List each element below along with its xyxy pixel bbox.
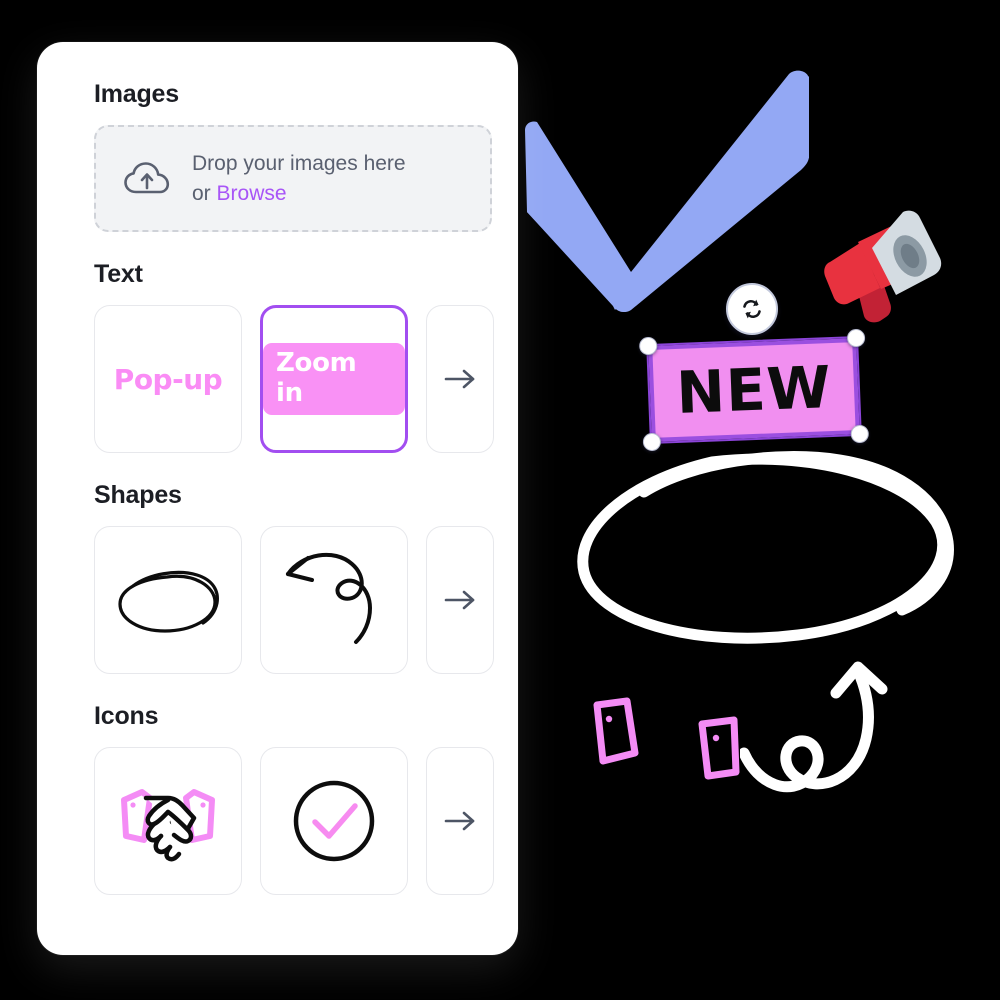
shapes-card-row xyxy=(94,526,518,674)
blue-checkmark-shape xyxy=(525,70,809,312)
curved-loop-arrow-annotation xyxy=(740,661,888,793)
circle-check-icon xyxy=(293,780,375,862)
shape-card-ellipse[interactable] xyxy=(94,526,242,674)
dropzone-line2: or Browse xyxy=(192,179,406,209)
text-card-label: Zoom in xyxy=(263,343,405,415)
tool-panel: Images Drop your images here or Browse T… xyxy=(37,42,518,955)
section-title-images: Images xyxy=(94,80,179,108)
shapes-more-button[interactable] xyxy=(426,526,494,674)
text-card-zoom-in[interactable]: Zoom in xyxy=(260,305,408,453)
pink-cuff-shape xyxy=(698,716,740,780)
dropzone-or-label: or xyxy=(192,181,217,205)
resize-handle-top-left[interactable] xyxy=(638,336,658,356)
rotate-icon xyxy=(743,299,761,319)
hand-drawn-ellipse-annotation xyxy=(577,451,954,644)
section-title-shapes: Shapes xyxy=(94,481,182,509)
cloud-upload-icon xyxy=(124,161,170,193)
section-title-text: Text xyxy=(94,260,143,288)
handshake-icon xyxy=(121,789,215,862)
section-shapes: Shapes xyxy=(94,481,518,674)
section-text: Text Pop-up Zoom in xyxy=(94,260,518,453)
dropzone-text: Drop your images here or Browse xyxy=(192,149,406,209)
resize-handle-bottom-right[interactable] xyxy=(850,424,870,444)
hand-drawn-ellipse-icon xyxy=(118,570,219,633)
pink-cuff-shape xyxy=(593,697,639,765)
new-text-badge-group[interactable]: NEW xyxy=(638,328,870,452)
icons-card-row xyxy=(94,747,518,895)
image-dropzone[interactable]: Drop your images here or Browse xyxy=(94,125,492,232)
text-card-row: Pop-up Zoom in xyxy=(94,305,518,453)
curved-loop-arrow-icon xyxy=(286,552,372,644)
new-badge-label: NEW xyxy=(675,353,833,427)
editor-stage: NEW Images Drop your images here or Brow… xyxy=(0,0,1000,1000)
rotate-handle-button[interactable] xyxy=(726,283,778,335)
arrow-right-icon xyxy=(444,811,475,831)
resize-handle-top-right[interactable] xyxy=(846,328,866,348)
new-text-badge[interactable]: NEW xyxy=(648,338,860,442)
section-title-icons: Icons xyxy=(94,702,159,730)
shape-card-curved-arrow[interactable] xyxy=(260,526,408,674)
dropzone-line1: Drop your images here xyxy=(192,151,406,175)
text-more-button[interactable] xyxy=(426,305,494,453)
arrow-right-icon xyxy=(444,590,475,610)
selection-box xyxy=(638,328,870,452)
icon-card-handshake[interactable] xyxy=(94,747,242,895)
browse-link[interactable]: Browse xyxy=(217,182,287,205)
section-images: Images Drop your images here or Browse xyxy=(94,80,518,232)
megaphone-emoji xyxy=(824,210,942,323)
arrow-right-icon xyxy=(444,369,475,389)
text-card-pop-up[interactable]: Pop-up xyxy=(94,305,242,453)
text-card-label: Pop-up xyxy=(113,362,223,396)
resize-handle-bottom-left[interactable] xyxy=(642,432,662,452)
section-icons: Icons xyxy=(94,702,518,895)
icons-more-button[interactable] xyxy=(426,747,494,895)
icon-card-check-circle[interactable] xyxy=(260,747,408,895)
